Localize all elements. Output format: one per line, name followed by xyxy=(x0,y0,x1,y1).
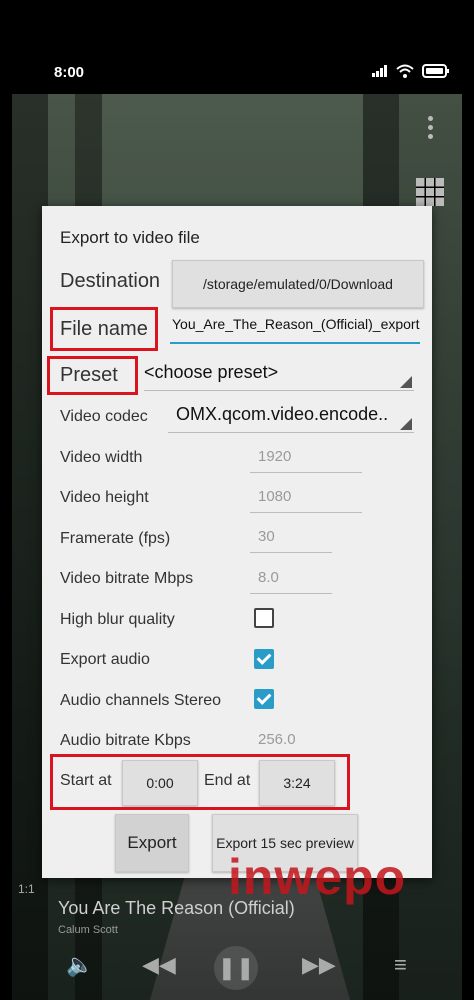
status-bar: 8:00 xyxy=(0,0,474,90)
dropdown-arrow-icon xyxy=(400,376,412,388)
menu-icon[interactable]: ≡ xyxy=(394,952,407,978)
track-artist: Calum Scott xyxy=(58,924,118,936)
preset-spinner[interactable]: <choose preset> xyxy=(144,362,414,391)
preset-label: Preset xyxy=(60,364,118,386)
video-width-label: Video width xyxy=(60,449,143,466)
rewind-icon[interactable]: ◀◀ xyxy=(142,952,176,978)
media-controls: 🔈 ◀◀ ❚❚ ▶▶ ≡ xyxy=(0,940,474,990)
video-height-label: Video height xyxy=(60,489,149,506)
export-audio-checkbox[interactable] xyxy=(254,649,274,669)
high-blur-label: High blur quality xyxy=(60,611,175,628)
start-at-button[interactable]: 0:00 xyxy=(122,760,198,806)
video-codec-label: Video codec xyxy=(60,408,148,425)
destination-label: Destination xyxy=(60,270,161,292)
preset-value: <choose preset> xyxy=(144,362,279,382)
fast-forward-icon[interactable]: ▶▶ xyxy=(302,952,336,978)
export-button[interactable]: Export xyxy=(115,814,189,872)
video-height-field[interactable]: 1080 xyxy=(250,488,362,513)
signal-icon xyxy=(372,65,387,77)
video-width-field[interactable]: 1920 xyxy=(250,448,362,473)
audio-stereo-checkbox[interactable] xyxy=(254,689,274,709)
framerate-field[interactable]: 30 xyxy=(250,528,332,553)
video-codec-value: OMX.qcom.video.encode.. xyxy=(176,404,389,424)
video-bitrate-label: Video bitrate Mbps xyxy=(60,570,194,587)
pause-icon[interactable]: ❚❚ xyxy=(214,946,258,990)
overflow-menu-icon[interactable] xyxy=(420,112,440,143)
destination-button[interactable]: /storage/emulated/0/Download xyxy=(172,260,424,308)
file-name-label: File name xyxy=(60,318,148,340)
wifi-icon xyxy=(396,64,414,78)
end-at-label: End at xyxy=(204,772,251,789)
battery-icon xyxy=(422,64,449,78)
dialog-title: Export to video file xyxy=(60,228,200,247)
video-codec-spinner[interactable]: OMX.qcom.video.encode.. xyxy=(168,404,414,433)
start-at-label: Start at xyxy=(60,772,112,789)
status-time: 8:00 xyxy=(54,64,85,81)
file-name-input[interactable]: You_Are_The_Reason_(Official)_export xyxy=(170,316,420,344)
grid-icon[interactable] xyxy=(416,178,444,206)
audio-stereo-label: Audio channels Stereo xyxy=(60,692,221,709)
end-at-button[interactable]: 3:24 xyxy=(259,760,335,806)
watermark-logo: inwepo xyxy=(228,849,407,905)
audio-bitrate-label: Audio bitrate Kbps xyxy=(60,732,191,749)
video-bitrate-field[interactable]: 8.0 xyxy=(250,569,332,594)
high-blur-checkbox[interactable] xyxy=(254,608,274,628)
export-dialog: Export to video file Destination /storag… xyxy=(42,206,432,878)
elapsed-time: 1:1 xyxy=(18,882,35,896)
export-audio-label: Export audio xyxy=(60,651,150,668)
framerate-label: Framerate (fps) xyxy=(60,530,171,547)
audio-bitrate-field[interactable]: 256.0 xyxy=(250,731,362,755)
volume-icon[interactable]: 🔈 xyxy=(66,952,93,978)
dropdown-arrow-icon xyxy=(400,418,412,430)
status-icons xyxy=(372,64,450,78)
